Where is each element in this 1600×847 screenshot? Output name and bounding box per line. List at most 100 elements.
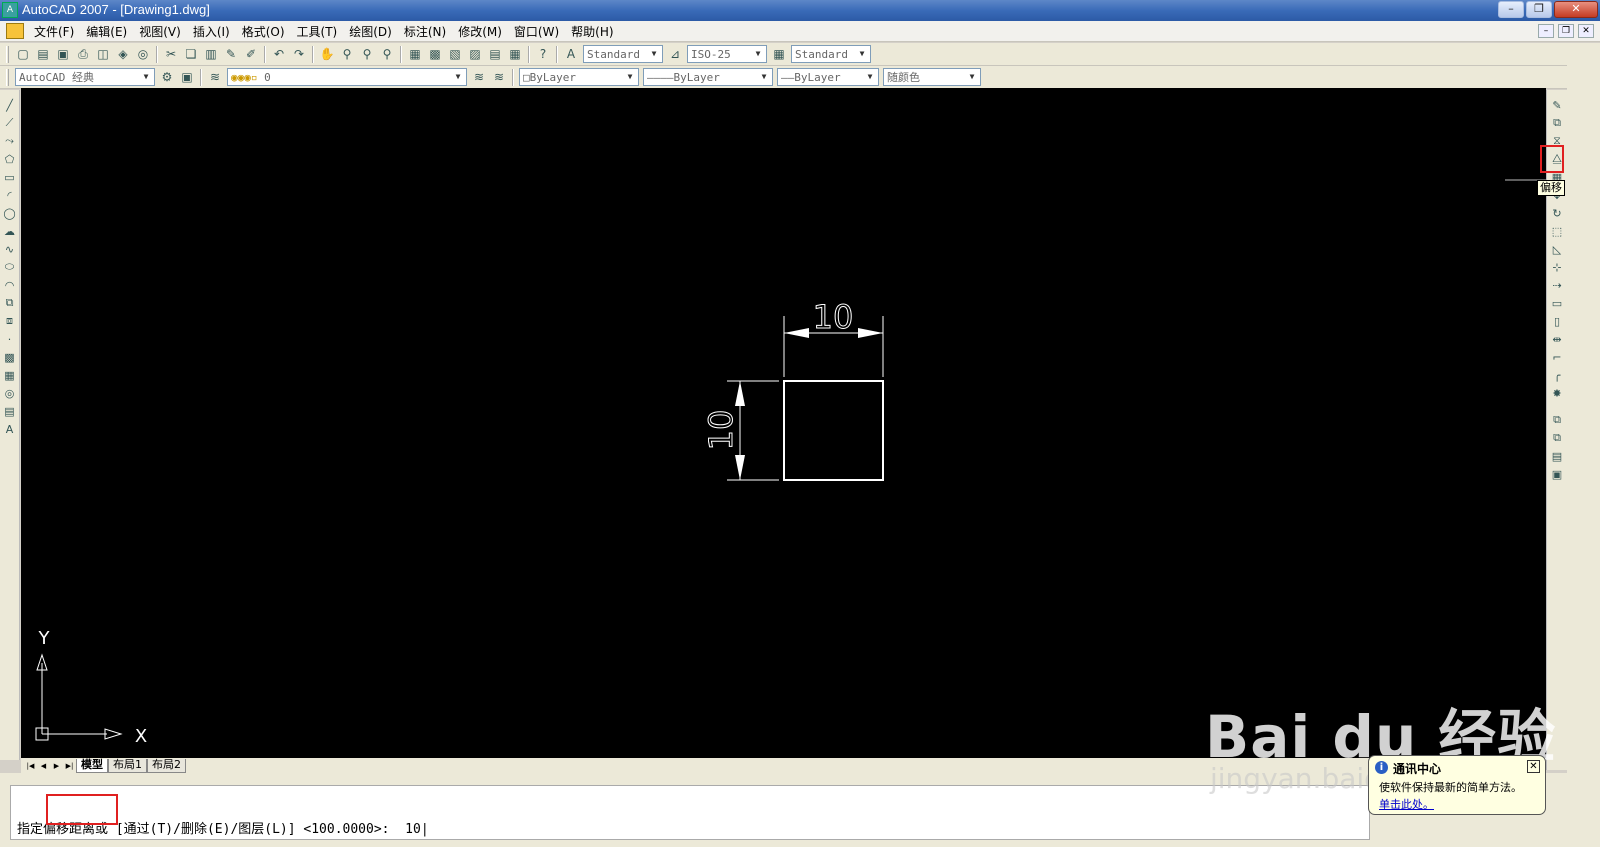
chamfer-icon[interactable]: ⌐ [1549, 349, 1565, 365]
zoom-window-icon[interactable]: ⚲ [358, 45, 376, 63]
break-at-point-icon[interactable]: ▭ [1549, 295, 1565, 311]
point-icon[interactable]: · [2, 331, 18, 347]
linetype-select[interactable]: ———— ByLayer ▼ [643, 68, 773, 86]
menu-help[interactable]: 帮助(H) [565, 23, 619, 40]
region-icon[interactable]: ◎ [2, 385, 18, 401]
text-style-select[interactable]: Standard ▼ [583, 45, 663, 63]
preview-icon[interactable]: ◫ [94, 45, 112, 63]
layer-manager-icon[interactable]: ≋ [206, 68, 224, 86]
menu-file[interactable]: 文件(F) [28, 23, 80, 40]
next-tab-icon[interactable]: ▶ [50, 760, 63, 772]
menu-modify[interactable]: 修改(M) [452, 23, 508, 40]
print-icon[interactable]: ⎙ [74, 45, 92, 63]
open-icon[interactable]: ▤ [34, 45, 52, 63]
markup-icon[interactable]: ▤ [486, 45, 504, 63]
copy-object-icon[interactable]: ⧉ [1549, 115, 1565, 131]
menu-tools[interactable]: 工具(T) [291, 23, 344, 40]
draw-order-back-icon[interactable]: ⧉ [1549, 430, 1565, 446]
properties-icon[interactable]: ▦ [406, 45, 424, 63]
dim-style-select[interactable]: ISO-25 ▼ [687, 45, 767, 63]
doc-restore-button[interactable]: ❐ [1558, 24, 1574, 38]
calculator-icon[interactable]: ▦ [506, 45, 524, 63]
dim-style-icon[interactable]: ⊿ [666, 45, 684, 63]
globe-icon[interactable]: ◎ [134, 45, 152, 63]
revision-cloud-icon[interactable]: ☁ [2, 223, 18, 239]
table-icon[interactable]: ▤ [2, 403, 18, 419]
plotstyle-select[interactable]: 随颜色 ▼ [883, 68, 981, 86]
arc-icon[interactable]: ◜ [2, 187, 18, 203]
erase-icon[interactable]: ✎ [1549, 97, 1565, 113]
command-window[interactable]: 指定偏移距离或 [通过(T)/删除(E)/图层(L)] <100.0000>: … [10, 785, 1370, 840]
line-icon[interactable]: ╱ [2, 97, 18, 113]
menu-format[interactable]: 格式(O) [236, 23, 291, 40]
menu-draw[interactable]: 绘图(D) [343, 23, 398, 40]
menu-dimension[interactable]: 标注(N) [398, 23, 452, 40]
rotate-icon[interactable]: ↻ [1549, 205, 1565, 221]
explode-icon[interactable]: ✸ [1549, 385, 1565, 401]
zoom-realtime-icon[interactable]: ⚲ [338, 45, 356, 63]
doc-minimize-button[interactable]: – [1538, 24, 1554, 38]
fillet-icon[interactable]: ╭ [1549, 367, 1565, 383]
save-icon[interactable]: ▣ [54, 45, 72, 63]
menu-insert[interactable]: 插入(I) [187, 23, 236, 40]
tool-palettes-icon[interactable]: ▧ [446, 45, 464, 63]
doc-close-button[interactable]: ✕ [1578, 24, 1594, 38]
tab-layout1[interactable]: 布局1 [108, 758, 147, 773]
make-block-icon[interactable]: ⧈ [2, 313, 18, 329]
zoom-previous-icon[interactable]: ⚲ [378, 45, 396, 63]
layer-select[interactable]: ◉◉◉▫ 0 ▼ [227, 68, 467, 86]
polygon-icon[interactable]: ⬠ [2, 151, 18, 167]
new-icon[interactable]: ▢ [14, 45, 32, 63]
layer-previous-icon[interactable]: ≋ [490, 68, 508, 86]
paste-icon[interactable]: ▥ [202, 45, 220, 63]
trim-icon[interactable]: ⊹ [1549, 259, 1565, 275]
ellipse-arc-icon[interactable]: ◠ [2, 277, 18, 293]
document-icon[interactable] [6, 23, 24, 39]
workspace-select[interactable]: AutoCAD 经典 ▼ [15, 68, 155, 86]
pan-icon[interactable]: ✋ [318, 45, 336, 63]
balloon-link[interactable]: 单击此处。 [1379, 796, 1434, 812]
sheet-set-icon[interactable]: ▨ [466, 45, 484, 63]
hatch-icon[interactable]: ▩ [2, 349, 18, 365]
design-center-icon[interactable]: ▩ [426, 45, 444, 63]
color-select[interactable]: □ ByLayer ▼ [519, 68, 639, 86]
close-button[interactable]: ✕ [1554, 1, 1598, 18]
send-under-icon[interactable]: ▣ [1549, 466, 1565, 482]
lineweight-select[interactable]: —— ByLayer ▼ [777, 68, 879, 86]
spline-icon[interactable]: ∿ [2, 241, 18, 257]
cut-icon[interactable]: ✂ [162, 45, 180, 63]
balloon-close-button[interactable]: ✕ [1527, 760, 1540, 773]
insert-block-icon[interactable]: ⧉ [2, 295, 18, 311]
publish-icon[interactable]: ◈ [114, 45, 132, 63]
ellipse-icon[interactable]: ⬭ [2, 259, 18, 275]
workspace-save-icon[interactable]: ▣ [178, 68, 196, 86]
table-style-select[interactable]: Standard ▼ [791, 45, 871, 63]
scale-icon[interactable]: ⬚ [1549, 223, 1565, 239]
last-tab-icon[interactable]: ▶| [63, 760, 76, 772]
gradient-icon[interactable]: ▦ [2, 367, 18, 383]
construction-line-icon[interactable]: ⟋ [2, 115, 18, 131]
menu-view[interactable]: 视图(V) [133, 23, 187, 40]
join-icon[interactable]: ⇹ [1549, 331, 1565, 347]
circle-icon[interactable]: ◯ [2, 205, 18, 221]
redo-icon[interactable]: ↷ [290, 45, 308, 63]
match-properties-icon[interactable]: ✎ [222, 45, 240, 63]
multiline-text-icon[interactable]: A [2, 421, 18, 437]
tab-model[interactable]: 模型 [76, 758, 108, 773]
undo-icon[interactable]: ↶ [270, 45, 288, 63]
extend-icon[interactable]: ⇢ [1549, 277, 1565, 293]
workspace-settings-icon[interactable]: ⚙ [158, 68, 176, 86]
text-style-icon[interactable]: A [562, 45, 580, 63]
help-icon[interactable]: ? [534, 45, 552, 63]
menu-edit[interactable]: 编辑(E) [80, 23, 133, 40]
maximize-button[interactable]: ❐ [1526, 1, 1552, 18]
square-shape[interactable] [783, 380, 884, 481]
break-icon[interactable]: ▯ [1549, 313, 1565, 329]
stretch-icon[interactable]: ◺ [1549, 241, 1565, 257]
bring-above-icon[interactable]: ▤ [1549, 448, 1565, 464]
rectangle-icon[interactable]: ▭ [2, 169, 18, 185]
make-current-layer-icon[interactable]: ≋ [470, 68, 488, 86]
prev-tab-icon[interactable]: ◀ [37, 760, 50, 772]
copy-icon[interactable]: ❏ [182, 45, 200, 63]
table-style-icon[interactable]: ▦ [770, 45, 788, 63]
